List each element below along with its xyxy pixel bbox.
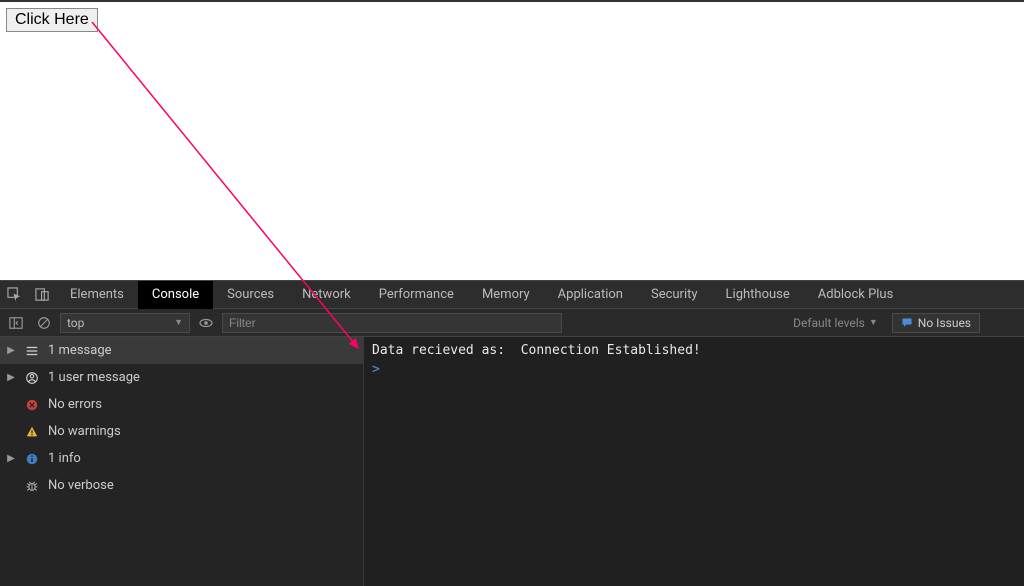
tab-lighthouse[interactable]: Lighthouse	[712, 281, 804, 309]
tab-security[interactable]: Security	[637, 281, 712, 309]
tab-application[interactable]: Application	[544, 281, 637, 309]
tab-sources[interactable]: Sources	[213, 281, 288, 309]
log-levels-select[interactable]: Default levels ▼	[783, 316, 888, 330]
tab-adblock-plus[interactable]: Adblock Plus	[804, 281, 908, 309]
click-here-button[interactable]: Click Here	[6, 8, 98, 32]
sidebar-item-info[interactable]: ▶ 1 info	[0, 445, 363, 472]
error-icon	[24, 398, 40, 412]
tab-network[interactable]: Network	[288, 281, 365, 309]
live-expression-icon[interactable]	[194, 311, 218, 335]
disclosure-triangle-icon: ▶	[6, 372, 16, 383]
tab-elements[interactable]: Elements	[56, 281, 138, 309]
execution-context-select[interactable]: top ▼	[60, 313, 190, 333]
sidebar-item-label: No errors	[48, 397, 102, 412]
sidebar-item-warnings[interactable]: No warnings	[0, 418, 363, 445]
chevron-down-icon: ▼	[869, 317, 878, 328]
sidebar-item-label: No verbose	[48, 478, 114, 493]
console-filter-bar: top ▼ Default levels ▼ No Issues	[0, 309, 1024, 337]
warning-icon	[24, 425, 40, 439]
device-toolbar-icon[interactable]	[28, 281, 56, 309]
sidebar-item-label: 1 user message	[48, 370, 140, 385]
context-label: top	[67, 316, 84, 330]
console-sidebar: ▶ 1 message ▶ 1 user message	[0, 337, 364, 586]
devtools-tabs-bar: Elements Console Sources Network Perform…	[0, 281, 1024, 309]
sidebar-item-messages[interactable]: ▶ 1 message	[0, 337, 363, 364]
devtools-panel: Elements Console Sources Network Perform…	[0, 280, 1024, 586]
disclosure-triangle-icon: ▶	[6, 453, 16, 464]
console-filter-input[interactable]	[222, 313, 562, 333]
info-icon	[24, 452, 40, 466]
chat-icon	[901, 317, 913, 329]
sidebar-item-label: 1 info	[48, 451, 81, 466]
disclosure-triangle-icon: ▶	[6, 345, 16, 356]
levels-label: Default levels	[793, 316, 865, 330]
sidebar-item-errors[interactable]: No errors	[0, 391, 363, 418]
sidebar-item-label: 1 message	[48, 343, 112, 358]
prompt-chevron-icon: >	[372, 362, 380, 377]
issues-label: No Issues	[918, 316, 971, 330]
clear-console-icon[interactable]	[32, 311, 56, 335]
sidebar-item-verbose[interactable]: No verbose	[0, 472, 363, 499]
chevron-down-icon: ▼	[174, 317, 183, 328]
tab-console[interactable]: Console	[138, 281, 213, 309]
toggle-sidebar-icon[interactable]	[4, 311, 28, 335]
tab-memory[interactable]: Memory	[468, 281, 544, 309]
sidebar-item-label: No warnings	[48, 424, 121, 439]
user-icon	[24, 371, 40, 385]
console-output[interactable]: Data recieved as: Connection Established…	[364, 337, 1024, 586]
bug-icon	[24, 479, 40, 493]
inspect-element-icon[interactable]	[0, 281, 28, 309]
console-prompt[interactable]: >	[372, 360, 1016, 379]
list-icon	[24, 344, 40, 358]
log-text: Data recieved as: Connection Established…	[372, 343, 701, 358]
sidebar-item-user-messages[interactable]: ▶ 1 user message	[0, 364, 363, 391]
issues-button[interactable]: No Issues	[892, 313, 980, 333]
tab-performance[interactable]: Performance	[365, 281, 468, 309]
page-content: Click Here	[0, 2, 1024, 280]
console-log-line: Data recieved as: Connection Established…	[372, 341, 1016, 360]
